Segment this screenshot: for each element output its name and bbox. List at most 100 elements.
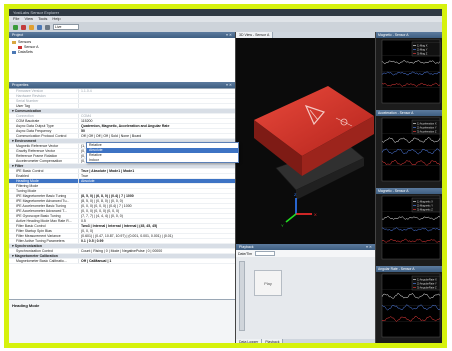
svg-text:X: X <box>314 212 317 217</box>
dropdown-option[interactable]: Indoor <box>87 158 238 163</box>
svg-text:Y: Y <box>281 223 284 228</box>
property-name: Synchronization Control <box>9 249 79 253</box>
refresh-icon[interactable] <box>45 24 50 30</box>
tab-data-logger[interactable]: Data Logger <box>236 339 263 343</box>
legend-label: 2) Magnetic Y <box>417 204 433 208</box>
property-row[interactable]: Magnetometer Basic Calibratio... Off | Ca… <box>9 259 235 264</box>
property-name: User Tag <box>9 104 79 108</box>
property-value[interactable] <box>79 184 235 188</box>
property-value[interactable]: (0, 0, 0) (0, 0, 0) | (0.4) | 7 | 1000 <box>79 204 235 208</box>
property-value[interactable]: (8, 5, 0) | (6, 8, 0) | (0.4) | 7 | 1000 <box>79 194 235 198</box>
description-pane: Heading Mode <box>9 299 235 343</box>
legend-label: 3) Acceleration Z <box>417 130 437 134</box>
property-name: IPE Basic Control <box>9 169 79 173</box>
tree-item[interactable]: DataSets <box>12 50 232 55</box>
property-name: Magnetometer Basic Calibratio... <box>9 259 79 263</box>
settings-icon[interactable] <box>37 24 42 30</box>
tab-playback[interactable]: Playback <box>262 339 284 343</box>
property-name: Enabled <box>9 174 79 178</box>
folder-icon <box>12 51 16 54</box>
play-button[interactable]: Play <box>254 270 282 296</box>
record-icon[interactable] <box>21 24 26 30</box>
plot-panel: Magnetic - Sensor A 1) Magnetic X 2) Magne… <box>376 188 443 266</box>
legend-label: 1) Magnetic X <box>417 200 433 204</box>
tree-item-label: DataSets <box>18 50 33 54</box>
legend-label: 2) Acceleration Y <box>417 126 437 130</box>
property-value[interactable]: 0.1 | 0.5 | 0.99 <box>79 239 235 243</box>
panel-close-icon[interactable]: ▾ ✕ <box>226 32 232 38</box>
toolbar: Live <box>9 22 442 32</box>
property-name: ▾ Magnetometer Calibration <box>12 254 58 258</box>
sensor-icon <box>18 46 22 49</box>
legend-label: 2) Mag Y <box>417 48 428 52</box>
property-name: Accelerometer Compensation <box>9 159 79 163</box>
property-value[interactable]: Count | Rising | 0 | Mode | NegativePuls… <box>79 249 235 253</box>
property-value[interactable]: (7, 7, 7) | (4, 4, 4) | (0, 0, 0) <box>79 214 235 218</box>
playback-controls: Date/Tim <box>236 250 375 257</box>
property-value[interactable]: Absolute <box>79 179 235 183</box>
playback-header: Playback ▾ ✕ <box>236 244 375 250</box>
legend-label: 1) Acceleration X <box>417 122 437 126</box>
property-name: Firmware Version <box>9 89 79 93</box>
plot-canvas[interactable]: 1) Mag X2) Mag Y3) Mag Z <box>376 38 443 110</box>
property-value[interactable] <box>79 104 235 108</box>
property-name: Filter Startup Spin Bias <box>9 229 79 233</box>
window-title: YostLabs Sensor Explorer <box>9 9 442 16</box>
property-name: ▾ Synchronization <box>12 244 42 248</box>
property-name: Heading Mode <box>9 179 79 183</box>
property-value[interactable]: 115200 <box>79 119 235 123</box>
3d-scene[interactable]: Z X Y <box>236 38 376 244</box>
mode-select[interactable]: Live <box>53 24 79 30</box>
plot-canvas[interactable]: 1) Acceleration X2) Acceleration Y3) Acc… <box>376 116 443 188</box>
app-window: YostLabs Sensor Explorer File View Tools He… <box>4 4 447 348</box>
plot-canvas[interactable]: 1) Magnetic X2) Magnetic Y3) Magnetic Z <box>376 194 443 266</box>
date-time-input[interactable] <box>255 251 276 256</box>
connect-icon[interactable] <box>13 24 18 30</box>
panel-close-icon[interactable]: ▾ ✕ <box>366 244 372 250</box>
playback-slider[interactable] <box>239 261 245 331</box>
property-value[interactable]: True | Absolute | Mode1 | Mode1 <box>79 169 235 173</box>
property-value[interactable]: Off | CalManual | 1 <box>79 259 235 263</box>
property-name: Hardware Revision <box>9 94 79 98</box>
property-name: Magnetic Reference Vector <box>9 144 79 148</box>
project-tree: Sensors Sensor A DataSets <box>9 38 235 82</box>
property-value[interactable]: (0, 0, 0) (0, 0, 0) (0, 0, 0) <box>79 209 235 213</box>
property-value[interactable]: Off | Off | Off | Off | Sold | None | Bo… <box>79 134 235 138</box>
property-value[interactable] <box>79 99 235 103</box>
property-value[interactable]: (0.601) | (0.47, 10.87, 10.97) | (0.001,… <box>79 234 235 238</box>
property-name: IPE Gyroscope Basic Tuning <box>9 214 79 218</box>
property-value[interactable]: COM4 <box>79 114 235 118</box>
property-grid: Firmware Version 1.1.0.4 Hardware Revision… <box>9 88 235 312</box>
property-name: IPE Magnetometer Advanced Tu... <box>9 199 79 203</box>
plot-canvas[interactable]: 1) AngularRate X2) AngularRate Y3) Angul… <box>376 272 443 344</box>
date-time-label: Date/Tim <box>238 251 253 256</box>
plot-column: Magnetic - Sensor A 1) Mag X 2) Mag Y 3) Ma… <box>375 32 442 343</box>
property-name: Tuning Mode <box>9 189 79 193</box>
plot-panel: Magnetic - Sensor A 1) Mag X 2) Mag Y 3) Ma… <box>376 32 443 110</box>
property-name: ▾ Filter <box>12 164 24 168</box>
property-value[interactable]: Quaternion, Magnetic, Acceleration and A… <box>79 124 235 128</box>
folder-icon <box>12 41 16 44</box>
property-name: ▾ Communication <box>12 109 42 113</box>
legend-label: 3) Mag Z <box>417 52 428 56</box>
legend-label: 3) AngularRate Z <box>417 286 437 290</box>
property-value[interactable]: Two3 | Internal | Internal | Internal | … <box>79 224 235 228</box>
property-value[interactable]: 50 <box>79 129 235 133</box>
description-title: Heading Mode <box>12 303 40 308</box>
property-value[interactable] <box>79 94 235 98</box>
heading-mode-dropdown[interactable]: Relative Absolute Relative Indoor <box>86 142 239 163</box>
property-value[interactable]: 0.5 <box>79 219 235 223</box>
properties-panel-title: Properties <box>12 83 29 87</box>
project-panel-header: Project ▾ ✕ <box>9 32 235 38</box>
property-value[interactable]: True <box>79 174 235 178</box>
playback-tabs: Data Logger Playback <box>236 339 375 343</box>
left-column: Project ▾ ✕ Sensors Sensor A DataSets Prop… <box>9 32 235 343</box>
property-value[interactable]: 1.1.0.4 <box>79 89 235 93</box>
pause-icon[interactable] <box>29 24 34 30</box>
property-value[interactable]: (8, 5, 0) | (0, 8, 0) | (0, 0, 0) <box>79 199 235 203</box>
property-value[interactable] <box>79 189 235 193</box>
playback-title: Playback <box>239 245 254 249</box>
legend-label: 3) Magnetic Z <box>417 208 433 212</box>
property-name: COM Baudrate <box>9 119 79 123</box>
property-value[interactable]: (0, 0, 0) <box>79 229 235 233</box>
